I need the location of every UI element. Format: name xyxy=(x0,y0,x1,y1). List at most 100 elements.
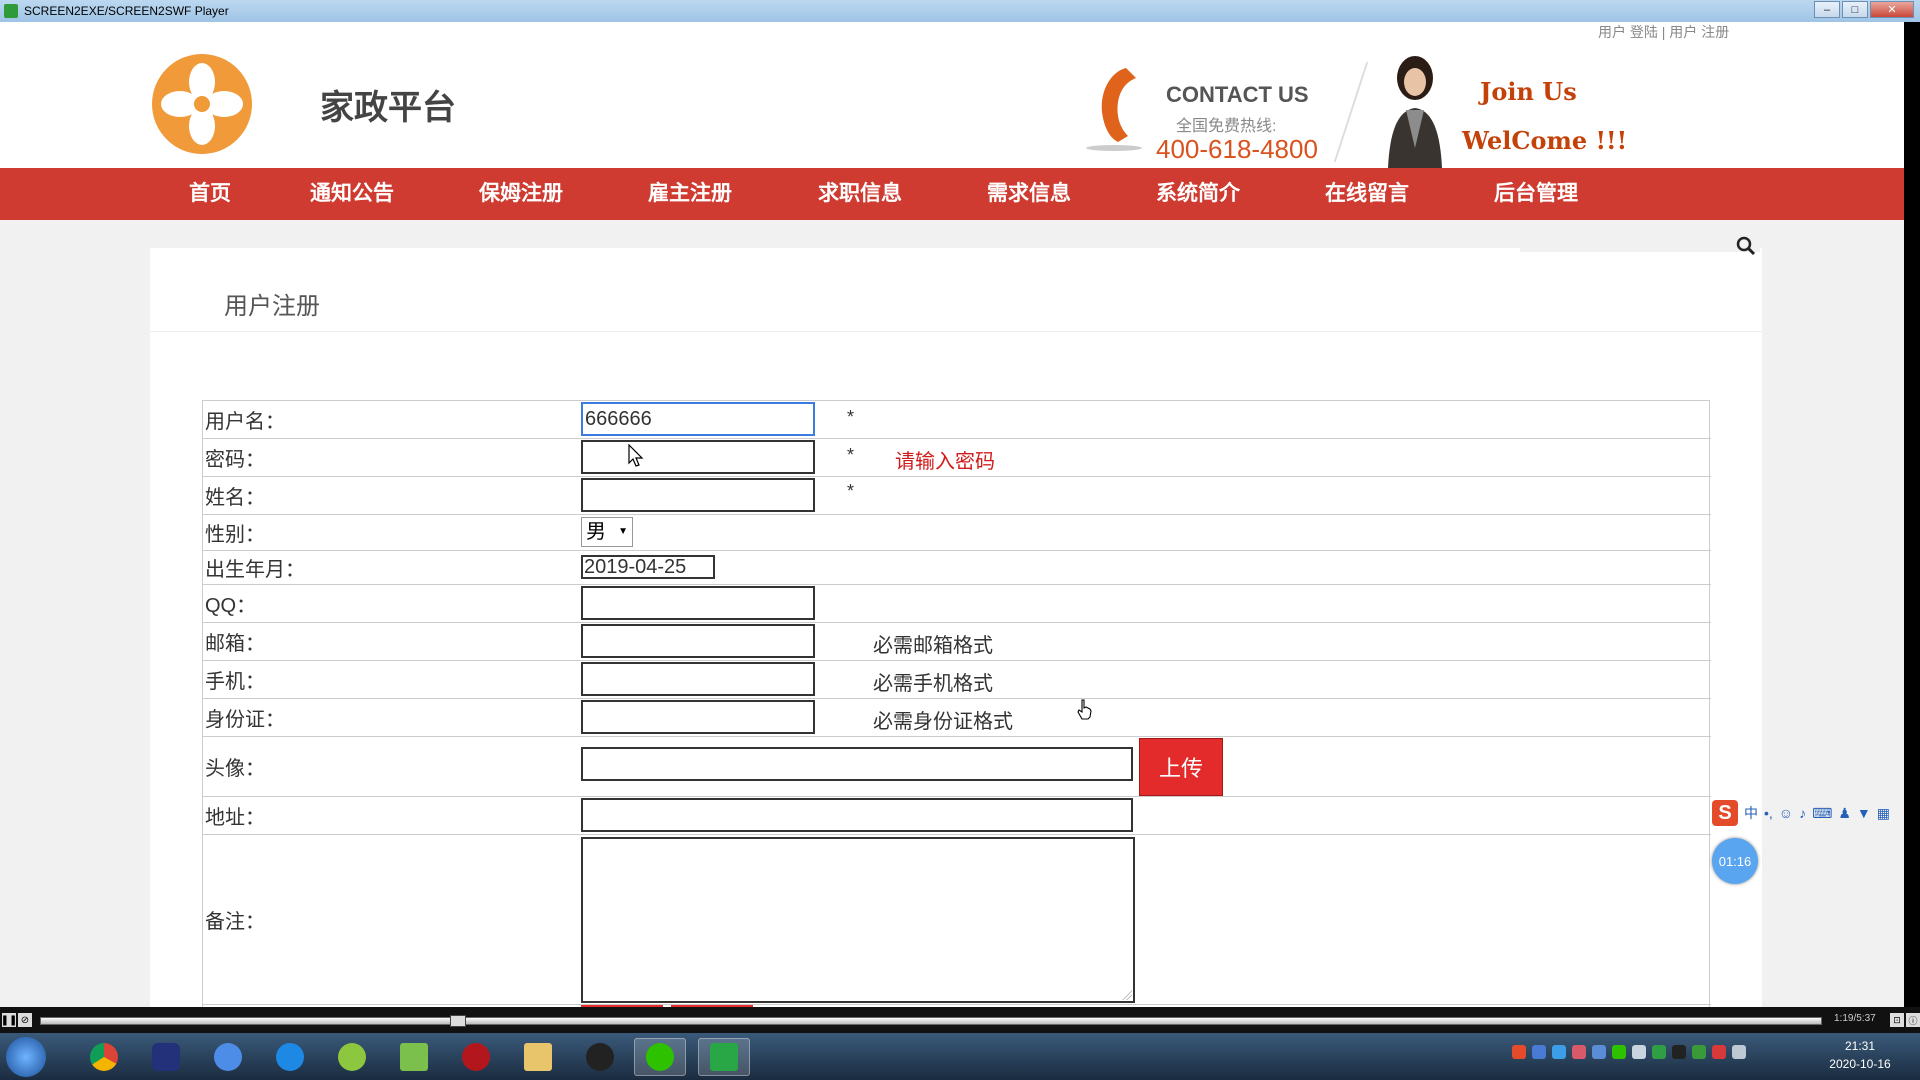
username-input[interactable]: 666666 xyxy=(581,402,815,436)
qq-label: QQ： xyxy=(205,595,257,617)
tray-network-icon[interactable] xyxy=(1632,1045,1646,1059)
dropdown-arrow-icon: ▼ xyxy=(618,526,628,537)
form-row-gender: 性别： 男 ▼ xyxy=(203,515,1711,551)
maximize-button[interactable]: □ xyxy=(1842,1,1868,18)
window-title: SCREEN2EXE/SCREEN2SWF Player xyxy=(24,4,229,18)
hotline-number: 400-618-4800 xyxy=(1156,134,1318,164)
upload-button[interactable]: 上传 xyxy=(1139,738,1223,796)
form-row-email: 邮箱： 必需邮箱格式 xyxy=(203,623,1711,661)
tray-wechat-icon[interactable] xyxy=(1612,1045,1626,1059)
form-row-qq: QQ： xyxy=(203,585,1711,623)
nav-home[interactable]: 首页 xyxy=(180,168,240,220)
search-strip xyxy=(1520,230,1760,252)
explorer-icon[interactable] xyxy=(512,1038,564,1076)
tray-security-icon[interactable] xyxy=(1592,1045,1606,1059)
tray-display-icon[interactable] xyxy=(1732,1045,1746,1059)
nav-system-intro[interactable]: 系统简介 xyxy=(1148,168,1248,220)
green-app-icon[interactable] xyxy=(326,1038,378,1076)
windows-taskbar: 21:31 2020-10-16 xyxy=(0,1033,1920,1080)
tray-update-icon[interactable] xyxy=(1652,1045,1666,1059)
tray-ime-icon[interactable] xyxy=(1512,1045,1526,1059)
resize-grip-icon[interactable] xyxy=(1122,990,1132,1000)
tray-shield-icon[interactable] xyxy=(1552,1045,1566,1059)
hand-cursor-icon xyxy=(1077,699,1092,720)
stop-button[interactable]: ⊘ xyxy=(18,1013,32,1027)
gender-value: 男 xyxy=(586,521,606,543)
search-icon[interactable] xyxy=(1736,236,1756,256)
nav-admin[interactable]: 后台管理 xyxy=(1486,168,1586,220)
close-button[interactable]: ✕ xyxy=(1870,1,1914,18)
ime-keyboard-icon[interactable]: ⌨ xyxy=(1812,805,1832,822)
email-label: 邮箱： xyxy=(205,633,265,655)
remark-label: 备注： xyxy=(205,911,265,933)
phone-input[interactable] xyxy=(581,662,815,696)
register-form: 用户名： 666666 * 密码： * 请输入密码 姓名： * 性别： 男 ▼ xyxy=(202,400,1711,1007)
playback-time: 1:19/5:37 xyxy=(1834,1013,1876,1024)
photos-icon[interactable] xyxy=(202,1038,254,1076)
top-links[interactable]: 用户 登陆 | 用户 注册 xyxy=(1598,22,1729,42)
name-label: 姓名： xyxy=(205,487,265,509)
window-titlebar: SCREEN2EXE/SCREEN2SWF Player – □ ✕ xyxy=(0,0,1920,22)
tray-volume-icon[interactable] xyxy=(1712,1045,1726,1059)
player-taskbar-icon[interactable] xyxy=(698,1038,750,1076)
nav-job-info[interactable]: 求职信息 xyxy=(810,168,910,220)
nav-nanny-register[interactable]: 保姆注册 xyxy=(471,168,571,220)
taskbar-clock[interactable]: 21:31 2020-10-16 xyxy=(1820,1037,1900,1073)
ime-mic-icon[interactable]: ♪ xyxy=(1799,805,1806,821)
header-divider xyxy=(1333,62,1369,162)
chrome-icon[interactable] xyxy=(78,1038,130,1076)
phone-label: 手机： xyxy=(205,671,265,693)
wechat-icon[interactable] xyxy=(634,1038,686,1076)
start-button[interactable] xyxy=(6,1037,46,1077)
page-viewport: 用户 登陆 | 用户 注册 家政平台 CONTACT US 全国免费热线: 40… xyxy=(0,22,1920,1007)
idcard-input[interactable] xyxy=(581,700,815,734)
page-title: 用户注册 xyxy=(224,293,320,320)
nav-employer-register[interactable]: 雇主注册 xyxy=(640,168,740,220)
tray-app-icon[interactable] xyxy=(1532,1045,1546,1059)
nav-notices[interactable]: 通知公告 xyxy=(302,168,402,220)
tray-flower-icon[interactable] xyxy=(1572,1045,1586,1059)
password-input[interactable] xyxy=(581,440,815,474)
ime-skin-icon[interactable]: ▼ xyxy=(1857,805,1871,821)
ime-emoji-icon[interactable]: ☺ xyxy=(1779,805,1793,821)
ime-language[interactable]: 中 xyxy=(1744,803,1758,823)
nav-online-message[interactable]: 在线留言 xyxy=(1317,168,1417,220)
browser-q-icon[interactable] xyxy=(264,1038,316,1076)
phone-hint: 必需手机格式 xyxy=(873,673,993,695)
seek-thumb[interactable] xyxy=(450,1015,466,1027)
flash-icon[interactable] xyxy=(450,1038,502,1076)
app-stripe-icon[interactable] xyxy=(140,1038,192,1076)
tray-qq-icon[interactable] xyxy=(1672,1045,1686,1059)
birth-label: 出生年月： xyxy=(205,559,305,581)
ime-logo-icon[interactable]: S xyxy=(1712,800,1738,826)
address-input[interactable] xyxy=(581,798,1133,832)
form-row-avatar: 头像： 上传 xyxy=(203,737,1711,797)
panel-header: 用户注册 xyxy=(150,248,1762,332)
email-input[interactable] xyxy=(581,624,815,658)
nav-demand-info[interactable]: 需求信息 xyxy=(979,168,1079,220)
arrow-cursor-icon xyxy=(628,444,644,467)
ime-user-icon[interactable]: ♟ xyxy=(1838,805,1851,822)
ime-punct-icon[interactable]: •, xyxy=(1764,805,1773,821)
seek-bar[interactable] xyxy=(40,1017,1822,1025)
name-input[interactable] xyxy=(581,478,815,512)
gender-select[interactable]: 男 ▼ xyxy=(581,517,633,547)
birth-date-input[interactable]: 2019-04-25 xyxy=(581,555,715,579)
site-logo-icon[interactable] xyxy=(150,52,254,156)
notepad-icon[interactable] xyxy=(388,1038,440,1076)
qq-icon[interactable] xyxy=(574,1038,626,1076)
avatar-path-input[interactable] xyxy=(581,747,1133,781)
clock-date: 2020-10-16 xyxy=(1829,1057,1891,1071)
ime-grid-icon[interactable]: ▦ xyxy=(1877,805,1890,822)
minimize-button[interactable]: – xyxy=(1814,1,1840,18)
service-agent-image xyxy=(1388,56,1442,168)
fullscreen-icon[interactable]: ⊡ xyxy=(1890,1013,1904,1027)
tray-battery-icon[interactable] xyxy=(1692,1045,1706,1059)
ime-toolbar[interactable]: S 中 •, ☺ ♪ ⌨ ♟ ▼ ▦ xyxy=(1712,798,1920,828)
qq-input[interactable] xyxy=(581,586,815,620)
pause-button[interactable]: ❚❚ xyxy=(1,1013,17,1027)
recording-timer[interactable]: 01:16 xyxy=(1712,838,1758,884)
remark-textarea[interactable] xyxy=(581,837,1135,1003)
site-header: 用户 登陆 | 用户 注册 家政平台 CONTACT US 全国免费热线: 40… xyxy=(0,22,1904,168)
info-icon[interactable]: ⓘ xyxy=(1906,1013,1920,1027)
